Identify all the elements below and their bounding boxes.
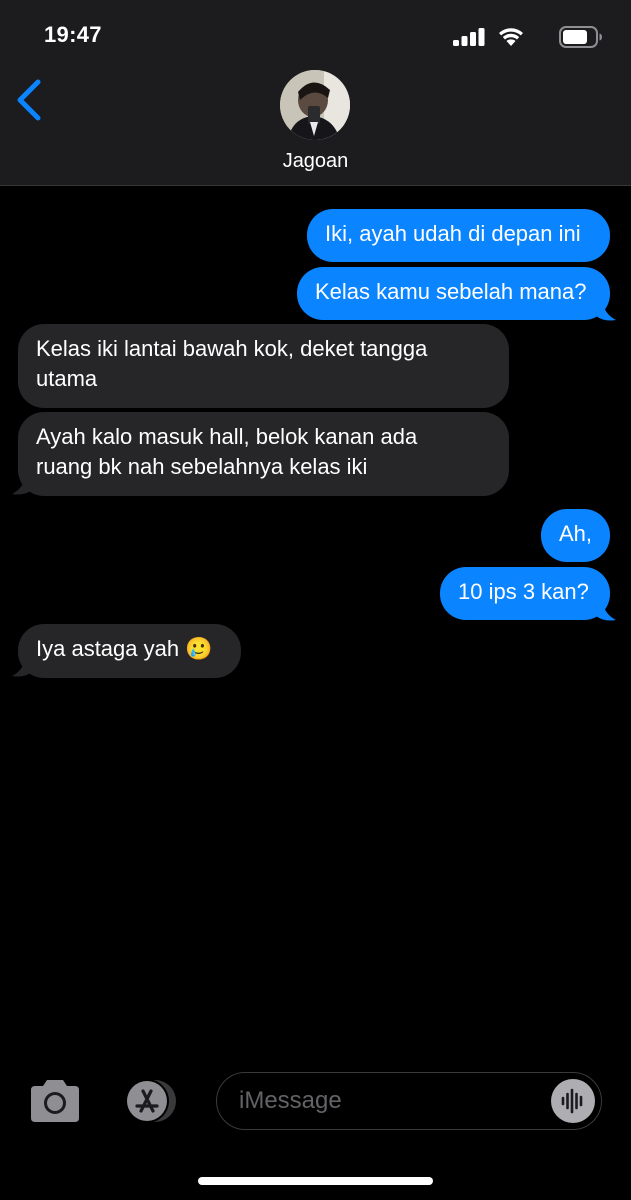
signal-icon (453, 28, 485, 46)
message-text: 10 ips 3 kan? (458, 579, 589, 604)
battery-icon (559, 26, 602, 48)
input-placeholder: iMessage (239, 1087, 342, 1114)
message-bubble-received[interactable]: Iya astaga yah 🥲 (18, 624, 241, 678)
message-text: Ah, (559, 521, 593, 546)
message-bubble-sent[interactable]: Ah, (541, 509, 610, 562)
message-bubble-received[interactable]: Ayah kalo masuk hall, belok kanan ada ru… (18, 412, 509, 496)
message-bubble-received[interactable]: Kelas iki lantai bawah kok, deket tangga… (18, 324, 509, 408)
message-bubble-sent[interactable]: 10 ips 3 kan? (440, 567, 610, 620)
bubble-tail (596, 600, 616, 621)
back-chevron-icon[interactable] (12, 78, 46, 122)
bubble-tail (12, 656, 32, 677)
avatar-photo (280, 70, 350, 140)
status-icons (443, 22, 603, 50)
message-bubble-sent[interactable]: Iki, ayah udah di depan ini (307, 209, 610, 262)
message-text-line: utama (36, 366, 98, 391)
message-text-line: Kelas iki lantai bawah kok, deket tangga (36, 336, 428, 361)
status-time: 19:47 (44, 22, 102, 47)
camera-icon[interactable] (27, 1078, 83, 1124)
message-text-line: ruang bk nah sebelahnya kelas iki (36, 454, 368, 479)
audio-message-button[interactable] (551, 1079, 595, 1123)
message-text: Kelas kamu sebelah mana? (315, 279, 587, 304)
home-indicator[interactable] (198, 1177, 433, 1185)
message-text: Iya astaga yah 🥲 (36, 636, 213, 661)
wifi-icon (499, 28, 523, 46)
app-store-icon[interactable] (118, 1078, 180, 1124)
message-text: Iki, ayah udah di depan ini (325, 221, 581, 246)
message-text-line: Ayah kalo masuk hall, belok kanan ada (36, 424, 418, 449)
message-bubble-sent[interactable]: Kelas kamu sebelah mana? (297, 267, 610, 320)
bubble-tail (12, 474, 32, 495)
imessage-input[interactable]: iMessage (216, 1072, 602, 1130)
conversation-header: 19:47 Jagoan (0, 0, 631, 186)
audio-waveform-icon (561, 1088, 583, 1114)
contact-avatar[interactable] (280, 70, 350, 140)
bubble-tail (596, 300, 616, 321)
contact-name[interactable]: Jagoan (0, 150, 631, 173)
